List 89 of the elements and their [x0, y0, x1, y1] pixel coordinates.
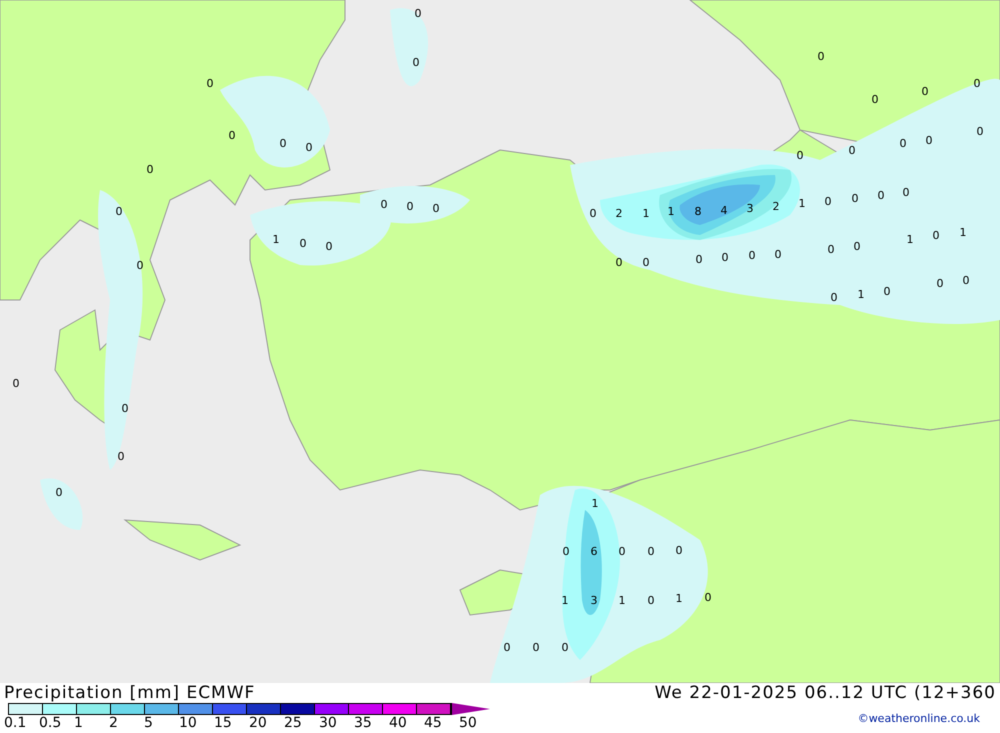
precipitation-value: 0 [618, 545, 626, 558]
legend-title: Precipitation [mm] ECMWF [4, 683, 256, 703]
precipitation-value: 0 [414, 7, 422, 20]
legend-tick-label: 2 [109, 715, 118, 731]
precipitation-value: 0 [900, 137, 906, 150]
precipitation-value: 0 [926, 134, 932, 147]
precipitation-value: 0 [852, 192, 858, 205]
legend-tick-label: 50 [459, 715, 477, 731]
legend-tick-label: 0.5 [39, 715, 62, 731]
precipitation-value: 1 [618, 594, 626, 607]
precipitation-value: 1 [798, 197, 806, 210]
precipitation-value: 0 [962, 274, 970, 287]
precipitation-value: 0 [56, 486, 62, 499]
precipitation-value: 0 [532, 641, 540, 654]
precipitation-value: 0 [590, 207, 596, 220]
precipitation-value: 0 [902, 186, 910, 199]
precipitation-value: 0 [884, 285, 890, 298]
precipitation-value: 3 [746, 202, 754, 215]
precipitation-value: 0 [412, 56, 420, 69]
legend-tick-label: 5 [144, 715, 153, 731]
precipitation-value: 1 [592, 497, 598, 510]
precipitation-value: 2 [616, 207, 622, 220]
valid-time: We 22-01-2025 06..12 UTC (12+360 [654, 683, 996, 703]
precipitation-value: 0 [848, 144, 856, 157]
precipitation-value: 1 [562, 594, 568, 607]
precipitation-value: 0 [406, 200, 414, 213]
precipitation-value: 0 [118, 450, 124, 463]
precipitation-value: 0 [504, 641, 510, 654]
precipitation-value: 0 [300, 237, 306, 250]
precipitation-value: 0 [306, 141, 312, 154]
precipitation-value: 1 [272, 233, 280, 246]
legend-tick-label: 0.1 [4, 715, 26, 731]
legend-tick-label: 30 [319, 715, 337, 731]
precipitation-value: 0 [280, 137, 286, 150]
precipitation-value: 0 [696, 253, 702, 266]
precipitation-value: 0 [616, 256, 622, 269]
legend-tick-label: 40 [389, 715, 407, 731]
precipitation-value: 1 [858, 288, 864, 301]
precipitation-value: 0 [136, 259, 144, 272]
precipitation-value: 0 [122, 402, 128, 415]
precipitation-value: 0 [562, 641, 568, 654]
precipitation-value: 0 [878, 189, 884, 202]
precipitation-value: 0 [824, 195, 832, 208]
precipitation-value: 1 [668, 205, 674, 218]
precipitation-value: 0 [748, 249, 756, 262]
precipitation-value: 0 [642, 256, 650, 269]
precipitation-value: 0 [676, 544, 682, 557]
precipitation-value: 0 [974, 77, 980, 90]
precipitation-value: 8 [694, 205, 702, 218]
precipitation-value: 0 [774, 248, 782, 261]
precipitation-value: 6 [590, 545, 598, 558]
legend-tick-label: 35 [354, 715, 372, 731]
precipitation-value: 0 [922, 85, 928, 98]
precipitation-value: 1 [676, 592, 682, 605]
legend-tick-label: 1 [74, 715, 83, 731]
precipitation-value: 0 [562, 545, 570, 558]
legend-tick-label: 45 [424, 715, 442, 731]
precipitation-value: 0 [206, 77, 214, 90]
precipitation-value: 0 [228, 129, 236, 142]
precipitation-value: 3 [590, 594, 598, 607]
legend-tick-label: 25 [284, 715, 302, 731]
precipitation-value: 0 [380, 198, 388, 211]
precipitation-value: 0 [432, 202, 440, 215]
precipitation-value: 1 [642, 207, 650, 220]
precipitation-value: 0 [872, 93, 878, 106]
precipitation-value: 0 [976, 125, 984, 138]
legend-tick-label: 10 [179, 715, 197, 731]
credit-link[interactable]: ©weatheronline.co.uk [858, 711, 980, 728]
precipitation-value: 0 [648, 545, 654, 558]
precipitation-value: 0 [326, 240, 332, 253]
precipitation-value: 0 [146, 163, 154, 176]
precipitation-value: 0 [12, 377, 20, 390]
precipitation-value: 0 [648, 594, 654, 607]
precipitation-value: 1 [906, 233, 914, 246]
precipitation-value: 0 [932, 229, 940, 242]
legend-tick-label: 20 [249, 715, 267, 731]
precipitation-value: 0 [116, 205, 122, 218]
precipitation-value: 0 [936, 277, 944, 290]
precipitation-value: 0 [828, 243, 834, 256]
precipitation-value: 0 [722, 251, 728, 264]
precipitation-value: 0 [704, 591, 712, 604]
precipitation-value: 0 [796, 149, 804, 162]
precipitation-value: 4 [720, 204, 728, 217]
precipitation-value: 1 [960, 226, 966, 239]
precipitation-value: 0 [854, 240, 860, 253]
precipitation-value: 0 [818, 50, 824, 63]
precipitation-value: 0 [830, 291, 838, 304]
precipitation-value: 2 [772, 200, 780, 213]
legend-tick-label: 15 [214, 715, 232, 731]
